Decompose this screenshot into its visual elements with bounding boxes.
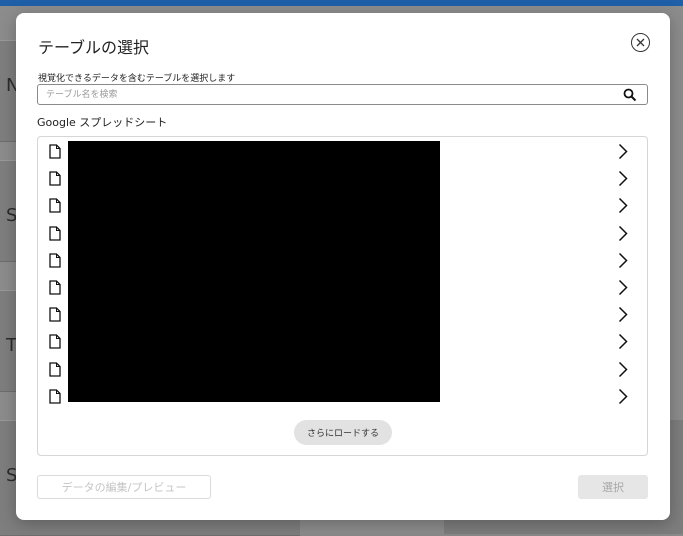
table-list: さらにロードする [37, 136, 648, 456]
dialog-subtitle: 視覚化できるデータを含むテーブルを選択します [38, 74, 236, 84]
chevron-right-icon[interactable] [618, 361, 628, 378]
section-label: Google スプレッドシート [37, 116, 168, 129]
chevron-right-icon[interactable] [618, 225, 628, 242]
close-button[interactable] [631, 33, 650, 52]
chevron-right-icon[interactable] [618, 252, 628, 269]
chevron-right-icon[interactable] [618, 170, 628, 187]
file-icon [49, 334, 61, 350]
file-icon [49, 225, 61, 241]
chevron-right-icon[interactable] [618, 279, 628, 296]
dialog-title: テーブルの選択 [38, 38, 150, 57]
top-bar [0, 0, 683, 6]
file-icon [49, 389, 61, 404]
close-icon [636, 38, 645, 47]
edit-preview-data-button[interactable]: データの編集/プレビュー [37, 475, 211, 499]
select-table-dialog: テーブルの選択 視覚化できるデータを含むテーブルを選択します Google スプ… [16, 13, 670, 520]
chevron-right-icon[interactable] [618, 197, 628, 214]
chevron-right-icon[interactable] [618, 333, 628, 350]
search-icon[interactable] [623, 88, 637, 102]
search-box [37, 84, 648, 105]
file-icon [49, 171, 61, 186]
redacted-table-names [68, 141, 440, 402]
file-icon [49, 253, 61, 268]
file-icon [49, 307, 61, 322]
chevron-right-icon[interactable] [618, 388, 628, 405]
select-button[interactable]: 選択 [578, 475, 648, 499]
file-icon [49, 361, 61, 377]
chevron-right-icon[interactable] [618, 306, 628, 323]
search-input[interactable] [46, 85, 606, 104]
chevron-right-icon[interactable] [618, 143, 628, 160]
file-icon [49, 198, 61, 214]
file-icon [49, 144, 61, 159]
file-icon [49, 280, 61, 295]
load-more-button[interactable]: さらにロードする [294, 420, 392, 445]
